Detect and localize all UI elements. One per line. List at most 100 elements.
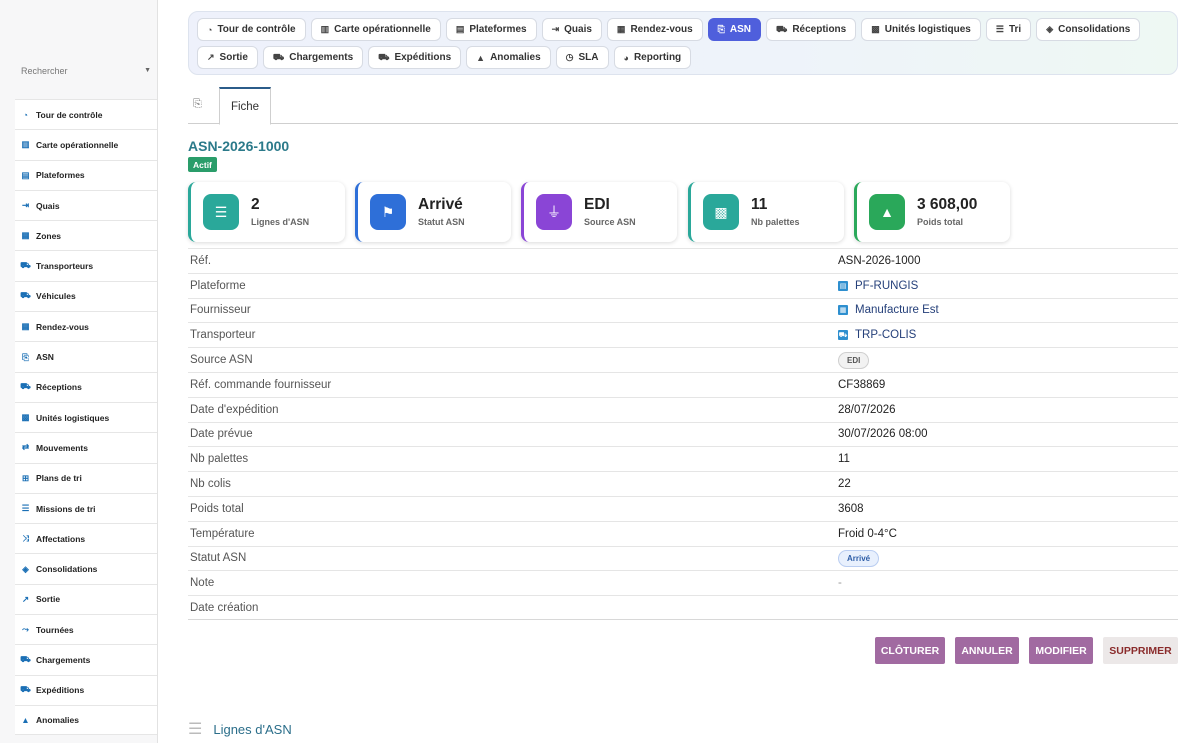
annuler-button[interactable]: ANNULER bbox=[955, 637, 1019, 664]
warehouse-icon: ▤ bbox=[21, 169, 30, 180]
detail-value-text: 30/07/2026 08:00 bbox=[838, 428, 928, 441]
detail-row: Note - bbox=[188, 570, 1178, 595]
sidebar-item-asn[interactable]: ⎘ ASN bbox=[15, 341, 157, 371]
sidebar-item-consolidations[interactable]: ◈ Consolidations bbox=[15, 553, 157, 583]
detail-key: Transporteur bbox=[190, 329, 256, 342]
sidebar-item-label: Rendez-vous bbox=[36, 321, 89, 332]
detail-link[interactable]: Manufacture Est bbox=[855, 304, 939, 316]
sidebar-item-label: Carte opérationnelle bbox=[36, 139, 119, 150]
detail-link[interactable]: TRP-COLIS bbox=[855, 329, 916, 341]
detail-row: Réf. commande fournisseur CF38869 bbox=[188, 371, 1178, 397]
source-badge: EDI bbox=[838, 351, 870, 369]
file-import-icon[interactable]: ⎘ bbox=[193, 98, 202, 111]
sidebar-item-quais[interactable]: ⇥ Quais bbox=[15, 189, 157, 220]
nav-button-consolidations[interactable]: ◈ Consolidations bbox=[1036, 18, 1141, 41]
detail-key: Température bbox=[190, 527, 255, 540]
sidebar-item-tourn-es[interactable]: ⤳ Tournées bbox=[15, 614, 157, 644]
truck-icon: ⛟ bbox=[838, 330, 848, 341]
sidebar-item-label: Anomalies bbox=[36, 715, 79, 726]
detail-value: - bbox=[838, 577, 842, 589]
nav-button-r-ceptions[interactable]: ⛟ Réceptions bbox=[766, 18, 857, 41]
sidebar-item-zones[interactable]: ▦ Zones bbox=[15, 220, 157, 250]
sidebar-item-label: Chargements bbox=[36, 654, 91, 665]
detail-key: Date d'expédition bbox=[190, 403, 279, 416]
sidebar: Rechercher ▼ ◔ Tour de contrôle ▥ Carte opé… bbox=[0, 0, 158, 743]
stopwatch-icon: ◷ bbox=[565, 52, 574, 62]
nav-button-sla[interactable]: ◷ SLA bbox=[555, 46, 609, 69]
detail-key: Réf. commande fournisseur bbox=[190, 378, 332, 391]
nav-button-anomalies[interactable]: ▲ Anomalies bbox=[466, 46, 551, 69]
sidebar-item-exp-ditions[interactable]: ⛟ Expéditions bbox=[15, 674, 157, 705]
sidebar-search-select[interactable]: Rechercher ▼ bbox=[15, 53, 157, 88]
nav-button-tour-de-contr-le[interactable]: ◔ Tour de contrôle bbox=[197, 18, 306, 41]
sidebar-item-affectations[interactable]: ⤨ Affectations bbox=[15, 523, 157, 553]
card-value: 2 bbox=[251, 196, 260, 213]
sidebar-item-plans-de-tri[interactable]: ⊞ Plans de tri bbox=[15, 462, 157, 493]
nav-button-exp-ditions[interactable]: ⛟ Expéditions bbox=[368, 46, 462, 69]
card-label: Nb palettes bbox=[751, 217, 800, 227]
detail-key: Note bbox=[190, 577, 215, 590]
list-icon: ☰ bbox=[188, 721, 203, 738]
sidebar-item-unit-s-logistiques[interactable]: ▩ Unités logistiques bbox=[15, 401, 157, 432]
pallet-icon: ▩ bbox=[703, 194, 739, 230]
gauge-icon: ◔ bbox=[22, 109, 29, 120]
tab-fiche[interactable]: Fiche bbox=[219, 87, 271, 125]
card-value: EDI bbox=[584, 196, 610, 213]
nav-button-carte-op-rationnelle[interactable]: ▥ Carte opérationnelle bbox=[310, 18, 441, 41]
detail-value: CF38869 bbox=[838, 379, 885, 391]
supprimer-button[interactable]: SUPPRIMER bbox=[1103, 637, 1178, 664]
detail-value: ASN-2026-1000 bbox=[838, 255, 920, 267]
detail-key: Poids total bbox=[190, 502, 244, 515]
dock-icon: ⇥ bbox=[21, 200, 30, 211]
detail-value: Froid 0-4°C bbox=[838, 528, 897, 540]
nav-button-reporting[interactable]: ◕ Reporting bbox=[613, 46, 692, 69]
cloturer-button[interactable]: CLÔTURER bbox=[875, 637, 945, 664]
sidebar-menu: ◔ Tour de contrôle ▥ Carte opérationnelle ▤ P… bbox=[15, 99, 157, 736]
sidebar-item-mouvements[interactable]: ⇄ Mouvements bbox=[15, 432, 157, 462]
detail-value: 30/07/2026 08:00 bbox=[838, 428, 928, 440]
nav-button-unit-s-logistiques[interactable]: ▩ Unités logistiques bbox=[861, 18, 981, 41]
nav-button-label: Consolidations bbox=[1058, 24, 1131, 35]
detail-value-text: CF38869 bbox=[838, 378, 886, 391]
nav-button-sortie[interactable]: ↗ Sortie bbox=[197, 46, 258, 69]
summary-card: ▩ 11 Nb palettes bbox=[688, 182, 844, 242]
sidebar-item-rendez-vous[interactable]: ▦ Rendez-vous bbox=[15, 311, 157, 341]
sidebar-item-plateformes[interactable]: ▤ Plateformes bbox=[15, 159, 157, 190]
nav-button-tri[interactable]: ☰ Tri bbox=[985, 18, 1032, 41]
sidebar-item-transporteurs[interactable]: ⛟ Transporteurs bbox=[15, 250, 157, 280]
sidebar-item-anomalies[interactable]: ▲ Anomalies bbox=[15, 704, 157, 736]
sidebar-item-label: Missions de tri bbox=[36, 503, 96, 514]
sidebar-item-v-hicules[interactable]: ⛟ Véhicules bbox=[15, 280, 157, 311]
nav-button-chargements[interactable]: ⛟ Chargements bbox=[262, 46, 364, 69]
sidebar-item-r-ceptions[interactable]: ⛟ Réceptions bbox=[15, 371, 157, 402]
nav-button-plateformes[interactable]: ▤ Plateformes bbox=[445, 18, 537, 41]
nav-button-label: Tour de contrôle bbox=[217, 24, 296, 35]
sidebar-item-chargements[interactable]: ⛟ Chargements bbox=[15, 644, 157, 674]
detail-value: 28/07/2026 bbox=[838, 404, 896, 416]
detail-value-text: 28/07/2026 bbox=[838, 403, 896, 416]
nav-button-label: Plateformes bbox=[469, 24, 527, 35]
sidebar-item-tour-de-contr-le[interactable]: ◔ Tour de contrôle bbox=[15, 99, 157, 129]
layers-icon: ◈ bbox=[22, 563, 29, 574]
nav-button-asn[interactable]: ⎘ ASN bbox=[707, 18, 761, 41]
nav-button-label: Reporting bbox=[633, 52, 682, 63]
pie-chart-icon: ◕ bbox=[623, 52, 629, 63]
detail-row: Fournisseur ▦ Manufacture Est bbox=[188, 297, 1178, 323]
detail-link[interactable]: PF-RUNGIS bbox=[855, 280, 918, 292]
pallet-icon: ▩ bbox=[871, 24, 880, 34]
nav-button-quais[interactable]: ⇥ Quais bbox=[541, 18, 602, 41]
sidebar-item-carte-op-rationnelle[interactable]: ▥ Carte opérationnelle bbox=[15, 129, 157, 159]
modifier-button[interactable]: MODIFIER bbox=[1029, 637, 1093, 664]
detail-row: Température Froid 0-4°C bbox=[188, 520, 1178, 546]
calendar-icon: ▦ bbox=[21, 321, 30, 332]
sidebar-item-sortie[interactable]: ↗ Sortie bbox=[15, 583, 157, 614]
detail-row: Date création bbox=[188, 595, 1178, 620]
dolly-icon: ⛟ bbox=[20, 381, 31, 392]
sidebar-item-missions-de-tri[interactable]: ☰ Missions de tri bbox=[15, 492, 157, 523]
nav-button-label: Tri bbox=[1008, 24, 1022, 35]
detail-row: Date d'expédition 28/07/2026 bbox=[188, 396, 1178, 422]
card-value: 3 608,00 bbox=[917, 196, 978, 213]
building-icon: ▦ bbox=[838, 305, 848, 316]
sidebar-item-label: Expéditions bbox=[36, 685, 85, 696]
nav-button-rendez-vous[interactable]: ▦ Rendez-vous bbox=[606, 18, 703, 41]
